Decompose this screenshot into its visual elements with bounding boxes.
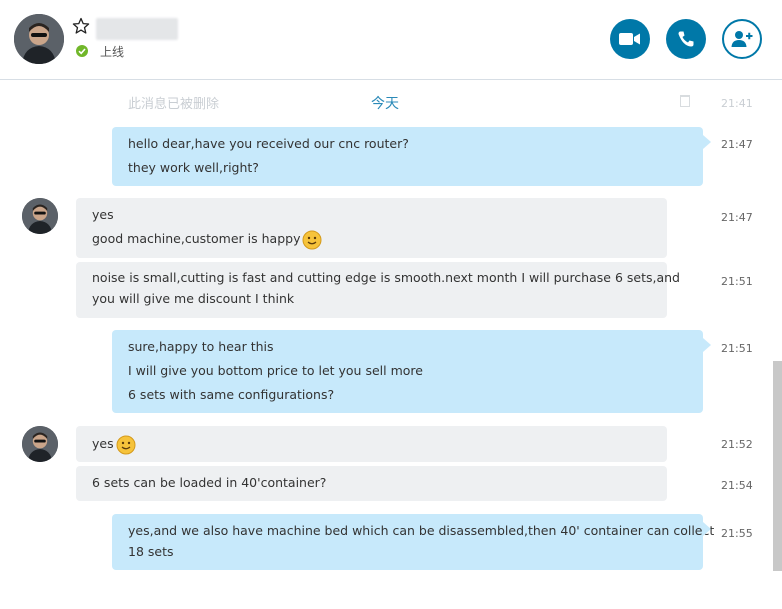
message-time: 21:51 [721,342,753,355]
bubble-tail [703,522,711,536]
bubble-tail [703,135,711,149]
message-text: yes [92,436,114,451]
message-text: yes [92,207,114,222]
message-bubble-incoming[interactable]: yes [76,426,667,462]
sender-avatar[interactable] [22,198,58,234]
message-text: yes,and we also have machine bed which c… [128,523,715,538]
message-time: 21:52 [721,438,753,451]
contact-avatar[interactable] [14,14,64,64]
message-bubble-outgoing[interactable]: yes,and we also have machine bed which c… [112,514,715,570]
message-text: they work well,right? [128,160,259,175]
conversation-header: 上线 [0,0,782,80]
add-contact-icon [731,31,753,47]
smile-emoji-icon [302,230,322,249]
message-text: 6 sets with same configurations? [128,387,335,402]
message-bubble-outgoing[interactable]: sure,happy to hear this I will give you … [112,330,711,413]
date-separator: 今天 [371,96,399,112]
sender-avatar[interactable] [22,426,58,462]
video-call-button[interactable] [610,19,650,59]
message-bubble-incoming[interactable]: noise is small,cutting is fast and cutti… [76,262,680,318]
message-text: sure,happy to hear this [128,339,274,354]
message-text: hello dear,have you received our cnc rou… [128,136,409,151]
bubble-tail [703,338,711,352]
audio-call-button[interactable] [666,19,706,59]
message-text: you will give me discount I think [92,291,295,306]
message-bubble-incoming[interactable]: 6 sets can be loaded in 40'container? [76,466,667,501]
video-icon [619,33,640,45]
message-time: 21:47 [721,211,753,224]
message-time: 21:54 [721,479,753,492]
message-bubble-incoming[interactable]: yes good machine,customer is happy [76,198,667,258]
message-bubble-outgoing[interactable]: hello dear,have you received our cnc rou… [112,127,711,186]
smile-emoji-icon [116,435,136,454]
star-icon[interactable] [72,17,90,35]
status-text: 上线 [100,45,125,59]
message-text: noise is small,cutting is fast and cutti… [92,270,680,285]
message-text: I will give you bottom price to let you … [128,363,423,378]
scrollbar-thumb[interactable] [773,361,782,571]
message-time: 21:55 [721,527,753,540]
phone-icon [678,31,694,47]
add-participant-button[interactable] [722,19,762,59]
online-status-icon [76,45,88,57]
message-list[interactable]: 此消息已被删除 21:41 今天 hello dear,have you rec… [0,81,782,609]
message-text: good machine,customer is happy [92,231,301,246]
message-time: 21:51 [721,275,753,288]
message-time: 21:47 [721,138,753,151]
message-text: 6 sets can be loaded in 40'container? [92,475,327,490]
message-text: 18 sets [128,544,174,559]
contact-name-redacted [96,18,178,40]
